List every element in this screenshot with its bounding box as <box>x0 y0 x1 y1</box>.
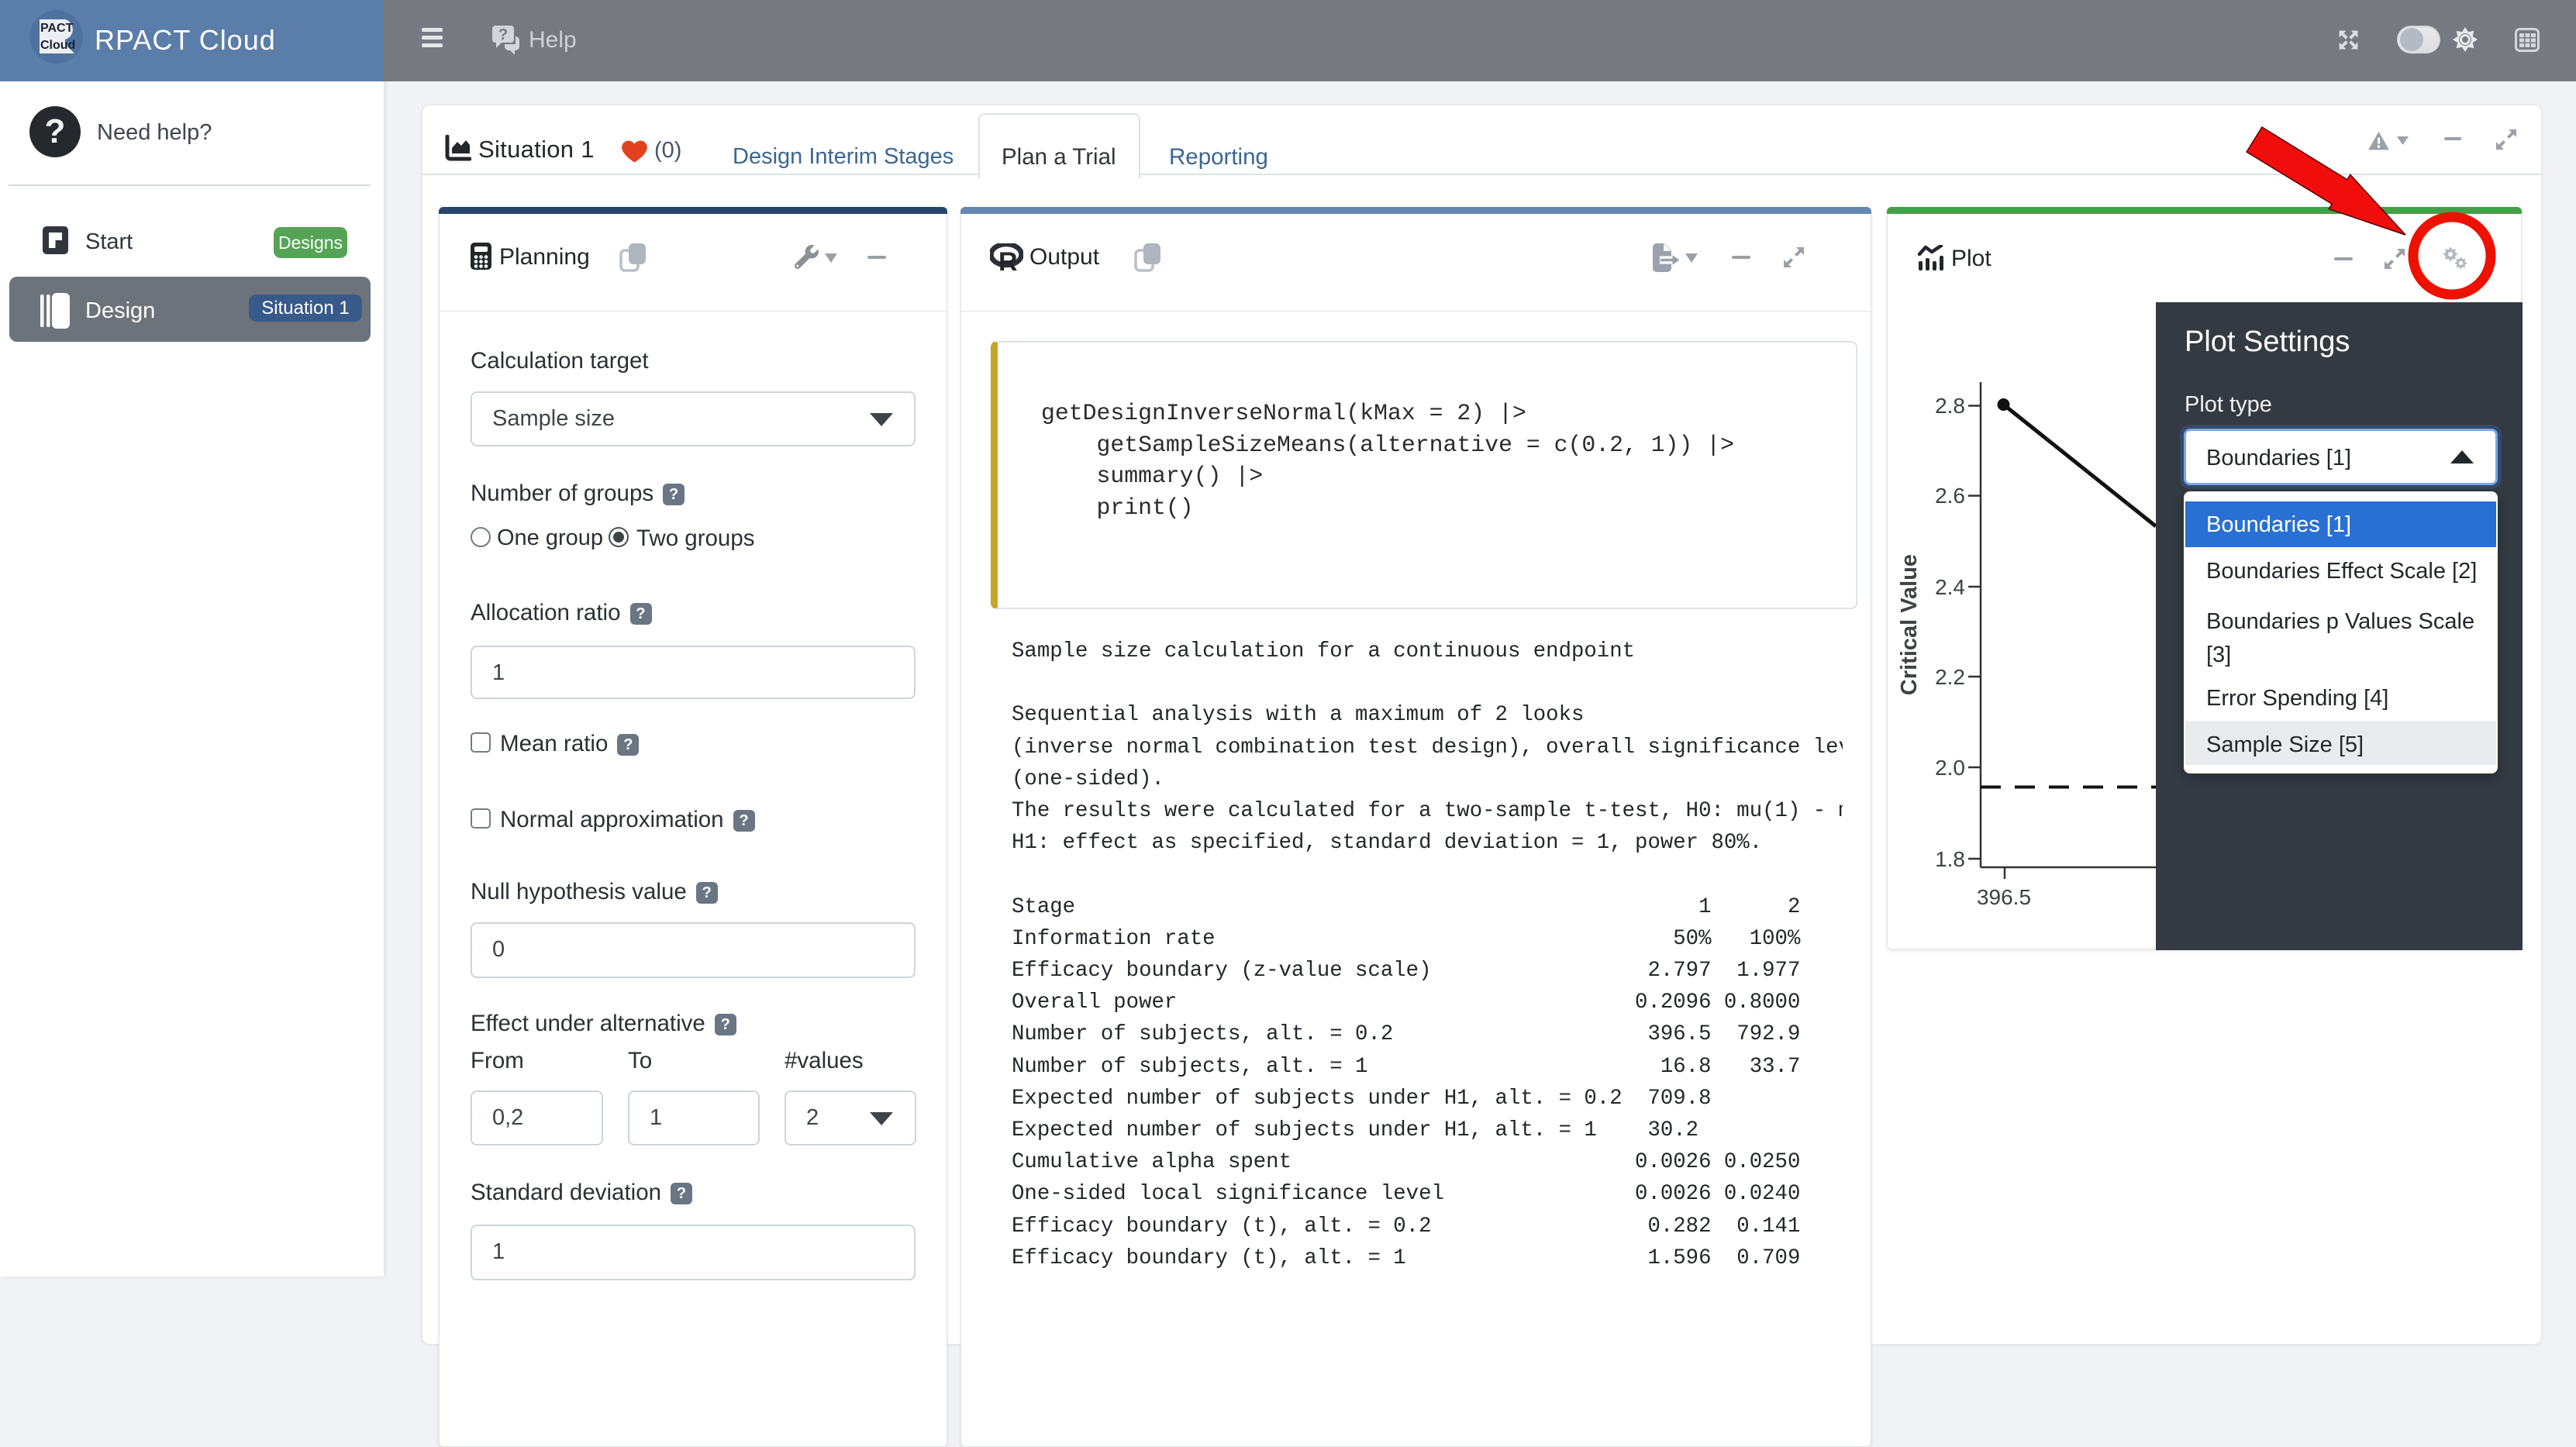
svg-text:2.8: 2.8 <box>1935 394 1965 418</box>
svg-text:Critical Value: Critical Value <box>1897 554 1922 695</box>
svg-text:?: ? <box>45 112 66 150</box>
svg-text:Cloud: Cloud <box>40 39 75 52</box>
svg-text:R: R <box>998 247 1018 271</box>
svg-text:2.2: 2.2 <box>1935 665 1965 689</box>
svg-text:1.8: 1.8 <box>1935 847 1965 871</box>
svg-text:?: ? <box>498 26 508 43</box>
svg-text:2.0: 2.0 <box>1935 756 1965 780</box>
svg-text:396.5: 396.5 <box>1977 885 2031 909</box>
svg-text:2.6: 2.6 <box>1935 484 1965 508</box>
svg-text:PACT: PACT <box>40 22 74 35</box>
svg-text:2.4: 2.4 <box>1935 575 1965 599</box>
